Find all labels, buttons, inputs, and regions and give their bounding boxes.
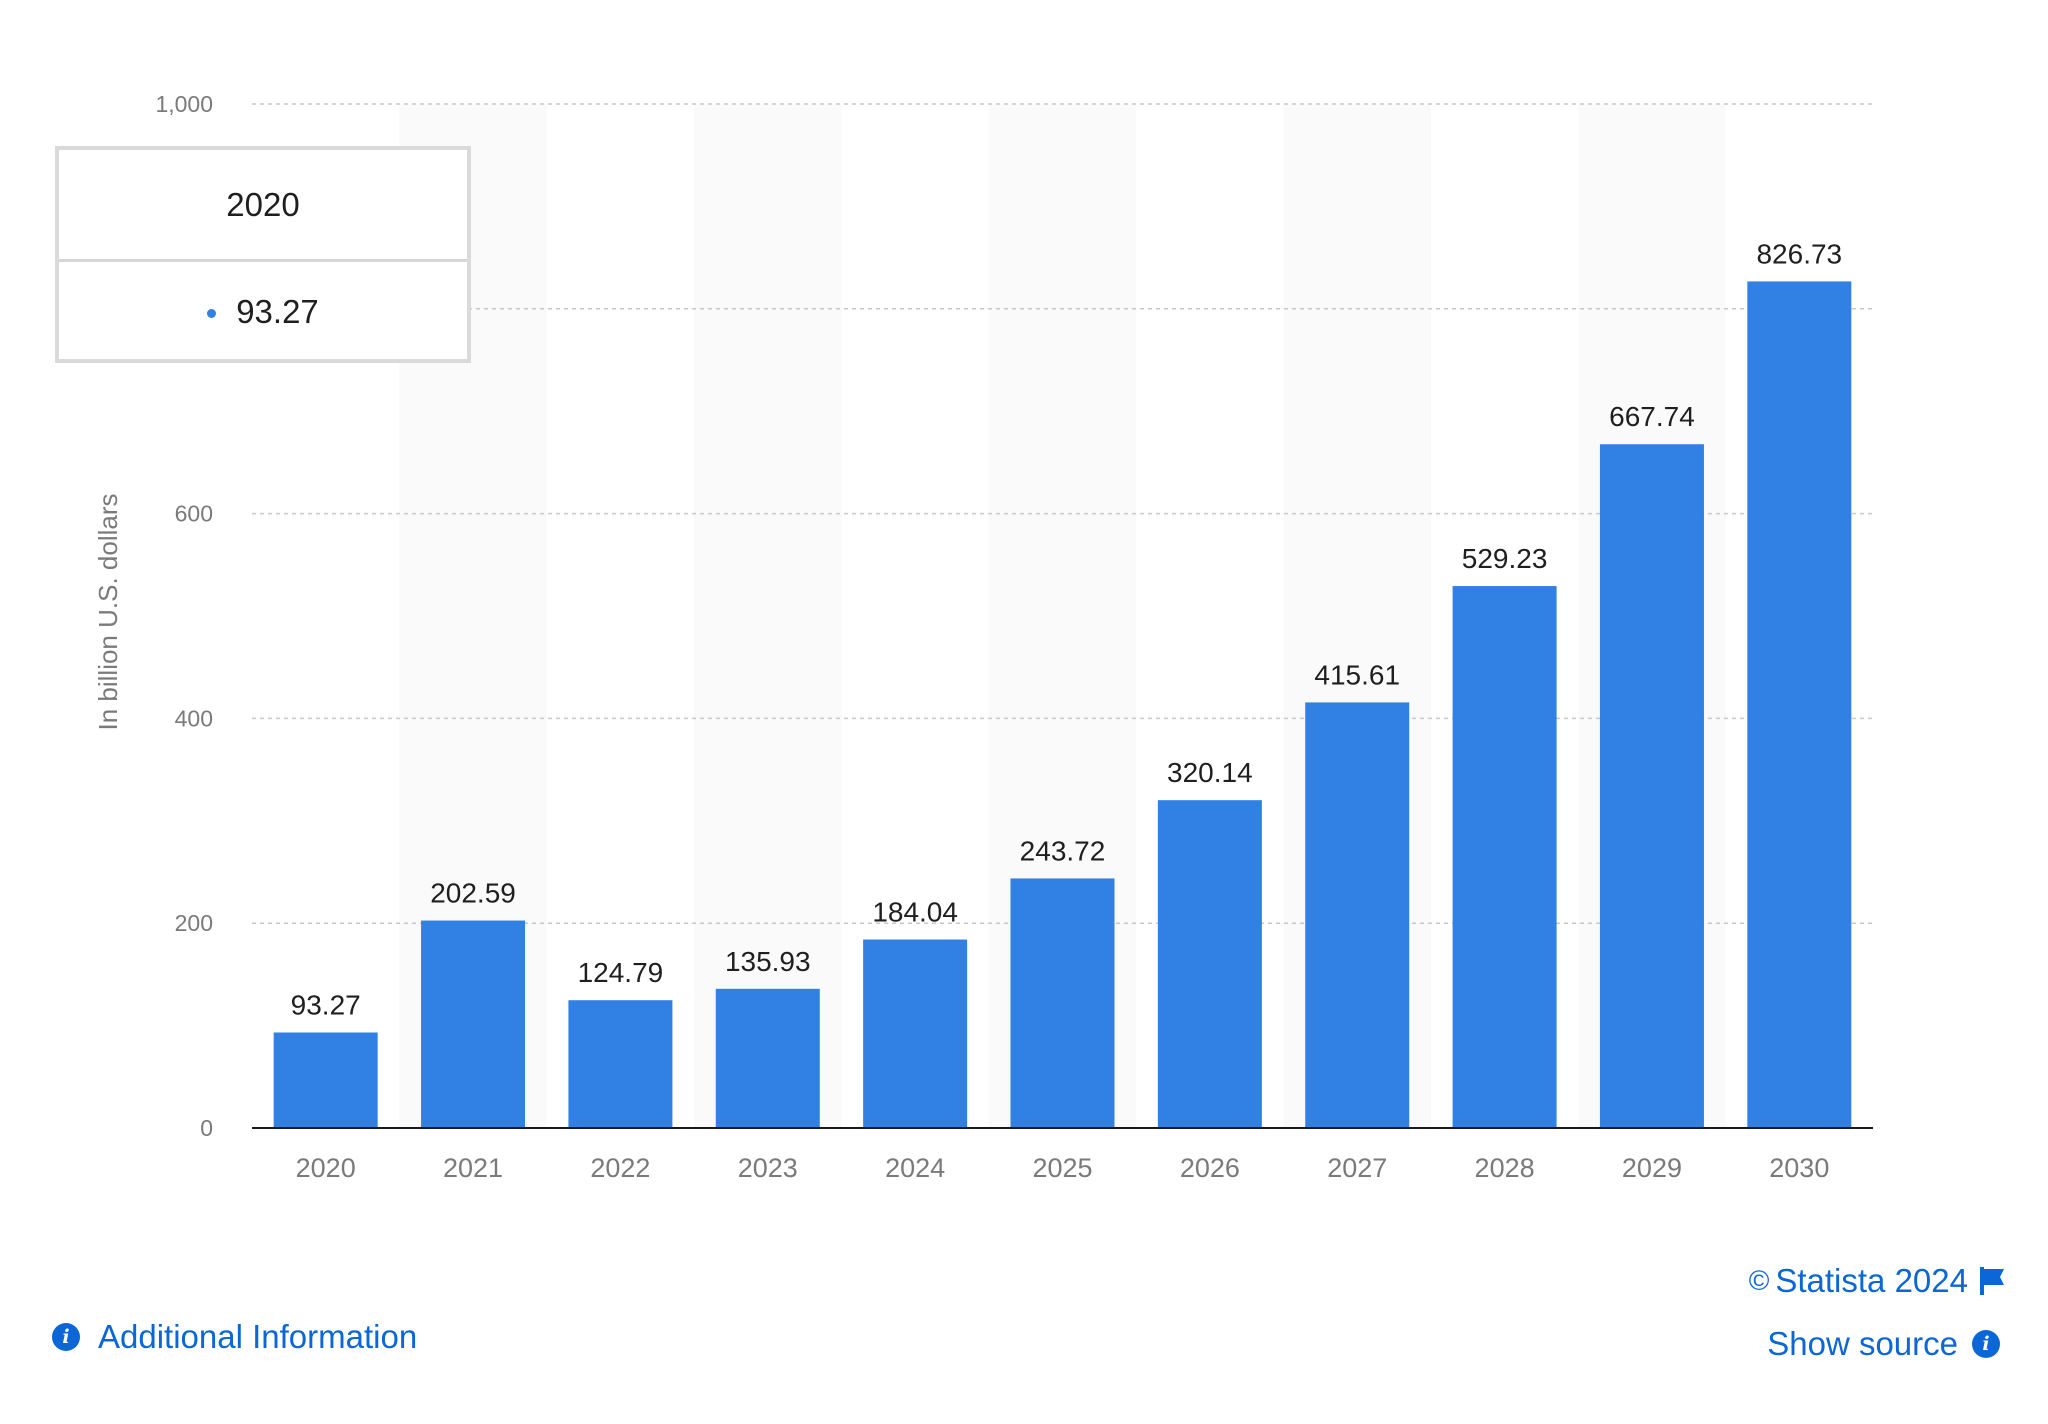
data-label: 93.27 bbox=[291, 989, 361, 1020]
tooltip-value: 93.27 bbox=[236, 293, 319, 330]
x-tick-label: 2020 bbox=[296, 1153, 356, 1183]
data-label: 135.93 bbox=[725, 946, 811, 977]
statista-copyright-link[interactable]: © Statista 2024 bbox=[1749, 1262, 2004, 1300]
show-source-link[interactable]: Show source i bbox=[1767, 1325, 2000, 1363]
flag-icon[interactable] bbox=[1980, 1267, 2004, 1295]
data-label: 826.73 bbox=[1756, 238, 1842, 269]
info-icon: i bbox=[52, 1323, 80, 1351]
copyright-symbol: © bbox=[1748, 1265, 1770, 1296]
copyright-label: Statista 2024 bbox=[1775, 1262, 1968, 1299]
bar[interactable] bbox=[273, 1032, 378, 1128]
x-tick-label: 2021 bbox=[443, 1153, 503, 1183]
bar[interactable] bbox=[715, 988, 820, 1128]
bar[interactable] bbox=[1305, 702, 1410, 1128]
bar[interactable] bbox=[1452, 586, 1557, 1128]
x-tick-label: 2027 bbox=[1327, 1153, 1387, 1183]
data-label: 124.79 bbox=[578, 957, 664, 988]
data-label: 320.14 bbox=[1167, 757, 1253, 788]
y-tick-label: 400 bbox=[175, 705, 213, 731]
x-tick-label: 2029 bbox=[1622, 1153, 1682, 1183]
bar[interactable] bbox=[863, 939, 968, 1128]
tooltip: 2020 93.27 bbox=[55, 146, 471, 363]
y-tick-label: 600 bbox=[175, 501, 213, 527]
bar[interactable] bbox=[1010, 878, 1115, 1128]
y-axis-title: In billion U.S. dollars bbox=[93, 494, 123, 731]
y-tick-label: 1,000 bbox=[155, 91, 213, 117]
x-tick-label: 2022 bbox=[590, 1153, 650, 1183]
x-tick-label: 2030 bbox=[1769, 1153, 1829, 1183]
data-label: 184.04 bbox=[872, 897, 958, 928]
x-tick-label: 2024 bbox=[885, 1153, 945, 1183]
additional-information-link[interactable]: i Additional Information bbox=[52, 1318, 417, 1356]
data-label: 529.23 bbox=[1462, 543, 1548, 574]
data-label: 667.74 bbox=[1609, 401, 1695, 432]
info-icon: i bbox=[1972, 1330, 2000, 1358]
x-tick-label: 2025 bbox=[1032, 1153, 1092, 1183]
x-axis-labels: 2020 2021 2022 2023 2024 2025 2026 2027 2028 2029… bbox=[296, 1153, 1830, 1183]
data-label: 202.59 bbox=[430, 878, 516, 909]
bar[interactable] bbox=[1157, 800, 1262, 1128]
tooltip-value-row: 93.27 bbox=[59, 262, 467, 362]
data-label: 415.61 bbox=[1314, 659, 1400, 690]
additional-information-label: Additional Information bbox=[98, 1318, 418, 1355]
x-tick-label: 2023 bbox=[738, 1153, 798, 1183]
bar[interactable] bbox=[568, 1000, 673, 1128]
bar[interactable] bbox=[1747, 281, 1852, 1128]
x-tick-label: 2026 bbox=[1180, 1153, 1240, 1183]
bar[interactable] bbox=[1599, 444, 1704, 1128]
data-label: 243.72 bbox=[1020, 835, 1106, 866]
y-tick-label: 200 bbox=[175, 910, 213, 936]
y-tick-label: 0 bbox=[200, 1115, 213, 1141]
show-source-label: Show source bbox=[1767, 1325, 1958, 1362]
series-marker-icon bbox=[207, 308, 217, 318]
bar[interactable] bbox=[421, 920, 526, 1128]
x-tick-label: 2028 bbox=[1475, 1153, 1535, 1183]
tooltip-category: 2020 bbox=[59, 150, 467, 262]
